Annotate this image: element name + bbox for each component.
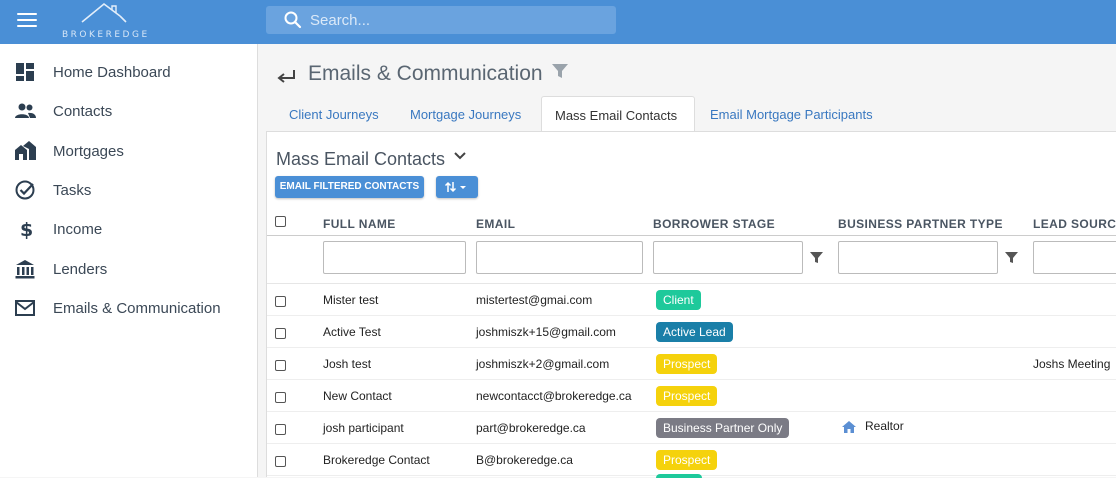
lead-source-cell: Joshs Meeting <box>1033 357 1111 371</box>
tab-email-mortgage-participants[interactable]: Email Mortgage Participants <box>710 96 873 132</box>
column-header-business-partner-type[interactable]: BUSINESS PARTNER TYPE <box>838 217 1003 231</box>
full-name-cell: Josh test <box>323 357 372 371</box>
svg-text:$: $ <box>20 219 33 240</box>
house-icon <box>842 421 856 433</box>
table-row[interactable]: Active Test joshmiszk+15@gmail.com Activ… <box>267 316 1116 348</box>
filter-icon[interactable] <box>551 62 569 80</box>
row-checkbox[interactable] <box>275 328 286 339</box>
search-input[interactable] <box>310 10 600 30</box>
column-header-full-name[interactable]: FULL NAME <box>323 217 396 231</box>
search-icon <box>284 11 302 29</box>
email-cell: joshmiszk+15@gmail.com <box>476 325 616 339</box>
menu-icon[interactable] <box>17 13 37 29</box>
sidebar-item-mortgages[interactable]: Mortgages <box>0 133 257 169</box>
row-checkbox[interactable] <box>275 456 286 467</box>
email-cell: joshmiszk+2@gmail.com <box>476 357 610 371</box>
sidebar-item-emails[interactable]: Emails & Communication <box>0 290 257 326</box>
email-cell: newcontacct@brokeredge.ca <box>476 389 632 403</box>
status-badge: Prospect <box>656 354 718 374</box>
page-title: Emails & Communication <box>308 62 543 85</box>
email-filtered-contacts-button[interactable]: EMAIL FILTERED CONTACTS <box>275 176 424 198</box>
sidebar-item-label: Contacts <box>53 103 113 120</box>
email-cell: B@brokeredge.ca <box>476 453 573 467</box>
table-row[interactable]: Josh test joshmiszk+2@gmail.com Prospect… <box>267 348 1116 380</box>
full-name-cell: Brokeredge Contact <box>323 453 430 467</box>
sidebar-item-label: Emails & Communication <box>53 300 221 317</box>
table-row[interactable]: New Contact newcontacct@brokeredge.ca Pr… <box>267 380 1116 412</box>
business-partner-type-cell: Realtor <box>865 419 904 433</box>
main-content: Emails & Communication Client Journeys M… <box>258 44 1116 478</box>
check-circle-icon <box>15 180 35 200</box>
logo-text: BROKEREDGE <box>62 30 150 40</box>
sidebar-item-label: Mortgages <box>53 143 124 160</box>
full-name-cell: Active Test <box>323 325 381 339</box>
row-checkbox[interactable] <box>275 296 286 307</box>
sidebar-item-contacts[interactable]: Contacts <box>0 93 257 129</box>
sidebar: Home Dashboard Contacts Mortgages Tasks … <box>0 44 258 477</box>
tab-mortgage-journeys[interactable]: Mortgage Journeys <box>410 96 521 132</box>
column-header-borrower-stage[interactable]: BORROWER STAGE <box>653 217 775 231</box>
full-name-filter-input[interactable] <box>323 241 466 274</box>
sidebar-item-tasks[interactable]: Tasks <box>0 172 257 208</box>
email-cell: part@brokeredge.ca <box>476 421 586 435</box>
full-name-cell: Mister test <box>323 293 379 307</box>
status-badge: Prospect <box>656 386 718 406</box>
email-cell: mistertest@gmai.com <box>476 293 593 307</box>
borrower-stage-filter-input[interactable] <box>653 241 803 274</box>
sidebar-item-label: Income <box>53 221 103 238</box>
lead-source-filter-input[interactable] <box>1033 241 1116 274</box>
people-icon <box>15 103 36 118</box>
filter-row <box>267 236 1116 284</box>
full-name-cell: New Contact <box>323 389 392 403</box>
bank-icon <box>15 260 35 279</box>
sidebar-item-label: Home Dashboard <box>53 64 171 81</box>
row-checkbox[interactable] <box>275 360 286 371</box>
column-header-email[interactable]: EMAIL <box>476 217 515 231</box>
houses-icon <box>15 141 36 160</box>
filter-icon[interactable] <box>810 251 823 264</box>
status-badge <box>656 474 702 478</box>
table-row[interactable]: josh participant part@brokeredge.ca Busi… <box>267 412 1116 444</box>
sidebar-item-lenders[interactable]: Lenders <box>0 251 257 287</box>
status-badge: Active Lead <box>656 322 733 342</box>
table-row[interactable]: Mister test mistertest@gmai.com Client <box>267 284 1116 316</box>
full-name-cell: josh participant <box>323 421 404 435</box>
brokeredge-logo[interactable]: BROKEREDGE <box>60 2 150 42</box>
email-filter-input[interactable] <box>476 241 643 274</box>
table-header: FULL NAME EMAIL BORROWER STAGE BUSINESS … <box>267 202 1116 236</box>
chevron-down-icon[interactable] <box>453 149 467 163</box>
row-checkbox[interactable] <box>275 392 286 403</box>
sidebar-item-label: Tasks <box>53 182 92 199</box>
status-badge: Client <box>656 290 701 310</box>
business-partner-type-filter-input[interactable] <box>838 241 998 274</box>
panel-title: Mass Email Contacts <box>276 149 446 169</box>
row-checkbox[interactable] <box>275 424 286 435</box>
table-row[interactable]: Brokeredge Contact B@brokeredge.ca Prosp… <box>267 444 1116 476</box>
back-arrow-icon[interactable] <box>276 68 296 84</box>
select-all-checkbox[interactable] <box>275 216 286 227</box>
sidebar-item-income[interactable]: $ Income <box>0 211 257 247</box>
dashboard-icon <box>16 63 34 81</box>
status-badge: Prospect <box>656 450 718 470</box>
sort-icon <box>444 181 466 193</box>
column-header-lead-source[interactable]: LEAD SOURCE <box>1033 217 1116 231</box>
sort-button[interactable] <box>436 176 478 198</box>
tab-client-journeys[interactable]: Client Journeys <box>289 96 379 132</box>
mass-email-panel: Mass Email Contacts EMAIL FILTERED CONTA… <box>266 131 1116 478</box>
sidebar-item-label: Lenders <box>53 261 108 278</box>
filter-icon[interactable] <box>1005 251 1018 264</box>
house-logo-icon <box>81 2 127 23</box>
mail-icon <box>15 300 35 316</box>
tab-mass-email-contacts[interactable]: Mass Email Contacts <box>541 96 695 132</box>
top-bar: BROKEREDGE <box>0 0 1116 44</box>
dollar-icon: $ <box>20 219 33 240</box>
sidebar-item-home-dashboard[interactable]: Home Dashboard <box>0 54 257 90</box>
status-badge: Business Partner Only <box>656 418 790 438</box>
search-box[interactable] <box>266 6 616 34</box>
